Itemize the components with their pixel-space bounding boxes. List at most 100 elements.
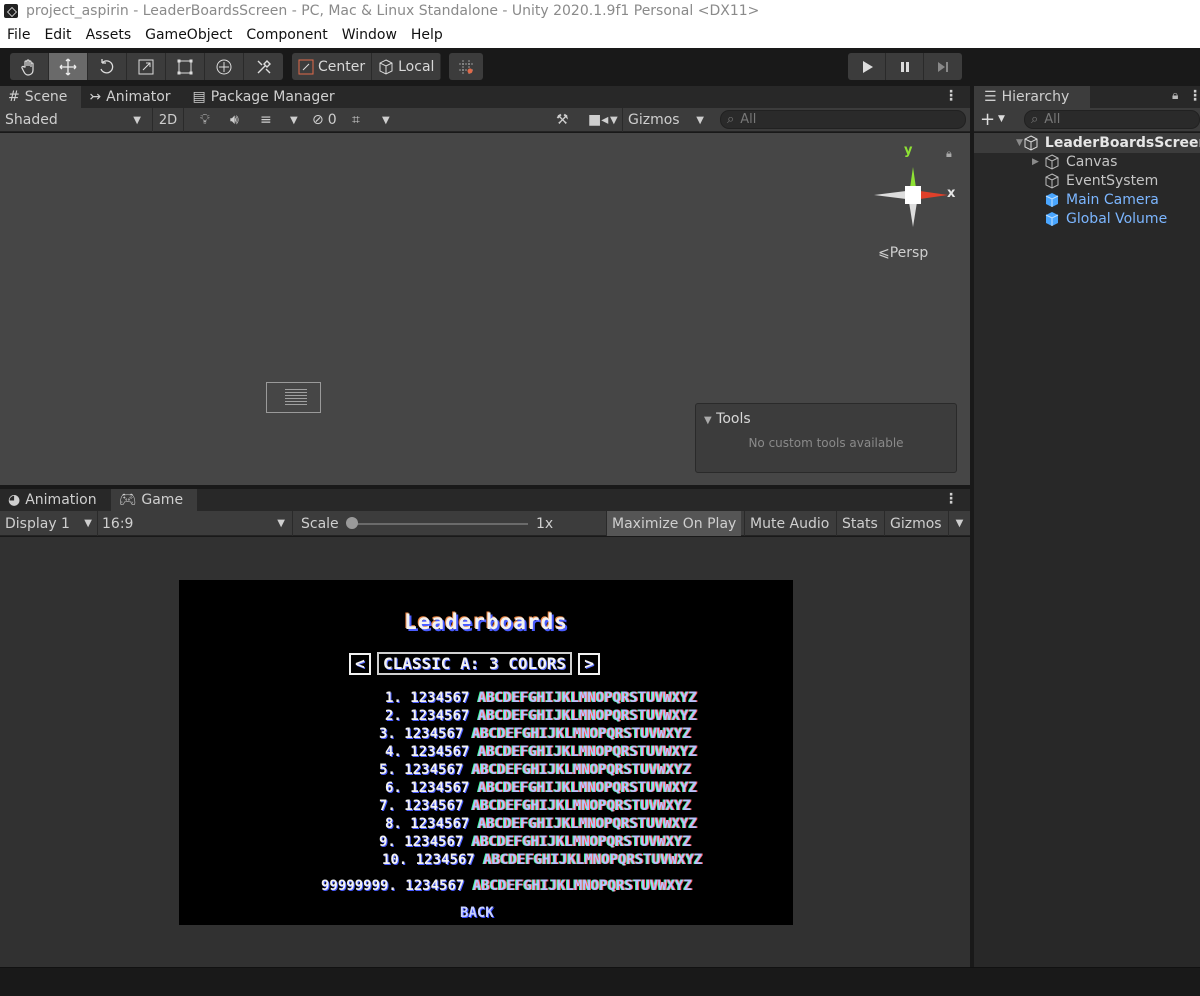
row-rank: 3.: [379, 726, 396, 742]
tab-hierarchy[interactable]: ☰ Hierarchy: [974, 86, 1090, 108]
persp-toggle[interactable]: ⩽Persp: [878, 245, 928, 261]
menu-help[interactable]: Help: [404, 27, 450, 43]
menu-gameobject[interactable]: GameObject: [138, 27, 239, 43]
tab-animator[interactable]: ↣ Animator: [81, 86, 184, 108]
hierarchy-item-main-camera[interactable]: Main Camera: [974, 190, 1200, 210]
expand-arrow-icon[interactable]: ▶: [1032, 157, 1044, 167]
stats-toggle[interactable]: Stats: [836, 511, 883, 536]
2d-toggle[interactable]: 2D: [152, 108, 184, 132]
hierarchy-scene-row[interactable]: ▼ LeaderBoardsScreen: [974, 133, 1200, 153]
transform-tool-icon[interactable]: [205, 53, 244, 80]
menu-edit[interactable]: Edit: [37, 27, 78, 43]
hidden-objects-toggle[interactable]: ⊘ 0: [312, 108, 337, 132]
camera-icon[interactable]: ■◂: [588, 108, 608, 132]
orientation-gizmo[interactable]: [868, 145, 958, 245]
gameobject-cube-icon: [1044, 154, 1060, 170]
tools-toggle-icon[interactable]: ⚒: [556, 108, 569, 132]
menu-assets[interactable]: Assets: [79, 27, 139, 43]
transform-tools: [10, 53, 283, 80]
effects-dropdown-icon[interactable]: ▼: [290, 108, 298, 132]
tab-package-manager[interactable]: ▤ Package Manager: [185, 86, 349, 108]
row-name: ABCDEFGHIJKLMNOPQRSTUVWXYZ: [477, 816, 697, 832]
back-button[interactable]: BACK: [460, 905, 494, 921]
move-tool-icon[interactable]: [49, 53, 88, 80]
mode-prev-button[interactable]: <: [349, 652, 371, 675]
mode-next-button[interactable]: >: [578, 652, 601, 675]
pivot-center-toggle[interactable]: Center: [292, 53, 373, 80]
canvas-bounds[interactable]: [266, 382, 321, 413]
hierarchy-item-global-volume[interactable]: Global Volume: [974, 209, 1200, 229]
row-name: ABCDEFGHIJKLMNOPQRSTUVWXYZ: [477, 780, 697, 796]
display-dropdown[interactable]: Display 1 ▼: [5, 511, 95, 536]
step-icon[interactable]: [924, 53, 962, 80]
scale-tool-icon[interactable]: [127, 53, 166, 80]
maximize-on-play-toggle[interactable]: Maximize On Play: [606, 511, 742, 536]
row-name: ABCDEFGHIJKLMNOPQRSTUVWXYZ: [471, 762, 691, 778]
lock-icon[interactable]: 🔒︎: [946, 147, 952, 161]
hierarchy-tab-bar: ☰ Hierarchy 🔒︎ ⋮: [974, 86, 1200, 108]
game-gizmos-toggle[interactable]: Gizmos: [884, 511, 947, 536]
tab-scene[interactable]: # Scene: [0, 86, 82, 108]
hierarchy-item-label: Global Volume: [1066, 211, 1168, 227]
menu-window[interactable]: Window: [335, 27, 404, 43]
add-icon[interactable]: +: [980, 109, 995, 130]
camera-dropdown-icon[interactable]: ▼: [610, 108, 618, 132]
custom-tool-icon[interactable]: [244, 53, 283, 80]
effects-icon[interactable]: ≡: [260, 108, 272, 132]
panel-menu-icon[interactable]: ⋮: [944, 88, 958, 104]
tab-animation[interactable]: ◕ Animation: [0, 489, 111, 511]
scale-label: Scale: [292, 511, 339, 536]
scene-search-input[interactable]: ⌕ All: [720, 110, 966, 129]
rotate-tool-icon[interactable]: [88, 53, 127, 80]
scale-slider-track[interactable]: [352, 523, 528, 525]
tab-animator-label: Animator: [106, 89, 171, 105]
axis-y-label: y: [904, 143, 913, 158]
pause-icon[interactable]: [886, 53, 924, 80]
row-rank: 8.: [385, 816, 402, 832]
grid-dropdown-icon[interactable]: ▼: [382, 108, 390, 132]
expand-arrow-icon[interactable]: ▼: [1016, 138, 1023, 148]
menu-component[interactable]: Component: [239, 27, 334, 43]
scene-search-placeholder: All: [740, 112, 757, 127]
leaderboard-row: 3. 1234567 ABCDEFGHIJKLMNOPQRSTUVWXYZ: [379, 726, 691, 744]
row-score: 1234567: [410, 780, 470, 796]
hierarchy-tree: ▼ LeaderBoardsScreen ▶ Canvas EventSyste…: [974, 133, 1200, 967]
game-screen[interactable]: Leaderboards < CLASSIC A: 3 COLORS > 1. …: [179, 580, 793, 925]
mute-audio-toggle[interactable]: Mute Audio: [744, 511, 834, 536]
scene-viewport[interactable]: y x 🔒︎ ⩽Persp ▼ Tools No custom tools av…: [0, 133, 970, 485]
grid-icon: #: [8, 89, 20, 105]
row-rank: 4.: [385, 744, 402, 760]
hierarchy-item-eventsystem[interactable]: EventSystem: [974, 171, 1200, 191]
chevron-down-icon[interactable]: ▼: [998, 114, 1005, 124]
rect-tool-icon[interactable]: [166, 53, 205, 80]
hierarchy-item-canvas[interactable]: ▶ Canvas: [974, 152, 1200, 172]
shading-mode-dropdown[interactable]: Shaded ▼: [5, 108, 145, 132]
panel-menu-icon[interactable]: ⋮: [944, 491, 958, 507]
aspect-dropdown[interactable]: 16:9 ▼: [97, 511, 289, 536]
hand-tool-icon[interactable]: [10, 53, 49, 80]
chevron-right-icon: >: [584, 654, 594, 673]
lighting-icon[interactable]: 💡︎: [200, 108, 210, 132]
pivot-local-toggle[interactable]: Local: [372, 53, 442, 80]
row-name: ABCDEFGHIJKLMNOPQRSTUVWXYZ: [477, 708, 697, 724]
play-icon[interactable]: [848, 53, 886, 80]
row-rank: 7.: [379, 798, 396, 814]
tools-title-label: Tools: [716, 411, 751, 427]
tools-title[interactable]: ▼ Tools: [704, 411, 751, 427]
player-row: 99999999. 1234567 ABCDEFGHIJKLMNOPQRSTUV…: [321, 878, 692, 896]
hierarchy-search-input[interactable]: ⌕ All: [1024, 110, 1200, 129]
panel-menu-icon[interactable]: ⋮: [1188, 88, 1200, 104]
row-rank: 5.: [379, 762, 396, 778]
chevron-down-icon[interactable]: ▼: [948, 511, 970, 536]
chevron-left-icon: <: [355, 654, 365, 673]
gizmos-dropdown[interactable]: Gizmos ▼: [622, 108, 708, 132]
tab-package-manager-label: Package Manager: [210, 89, 335, 105]
scale-slider-handle[interactable]: [346, 517, 358, 529]
menu-file[interactable]: File: [0, 27, 37, 43]
grid-visibility-icon[interactable]: ⌗: [352, 108, 360, 132]
lock-icon[interactable]: 🔒︎: [1172, 88, 1178, 103]
tab-game[interactable]: 🎮︎ Game: [110, 489, 198, 511]
game-viewport[interactable]: Leaderboards < CLASSIC A: 3 COLORS > 1. …: [0, 537, 970, 967]
grid-snap-icon[interactable]: [449, 53, 483, 80]
audio-icon[interactable]: 🔊︎: [230, 108, 239, 132]
